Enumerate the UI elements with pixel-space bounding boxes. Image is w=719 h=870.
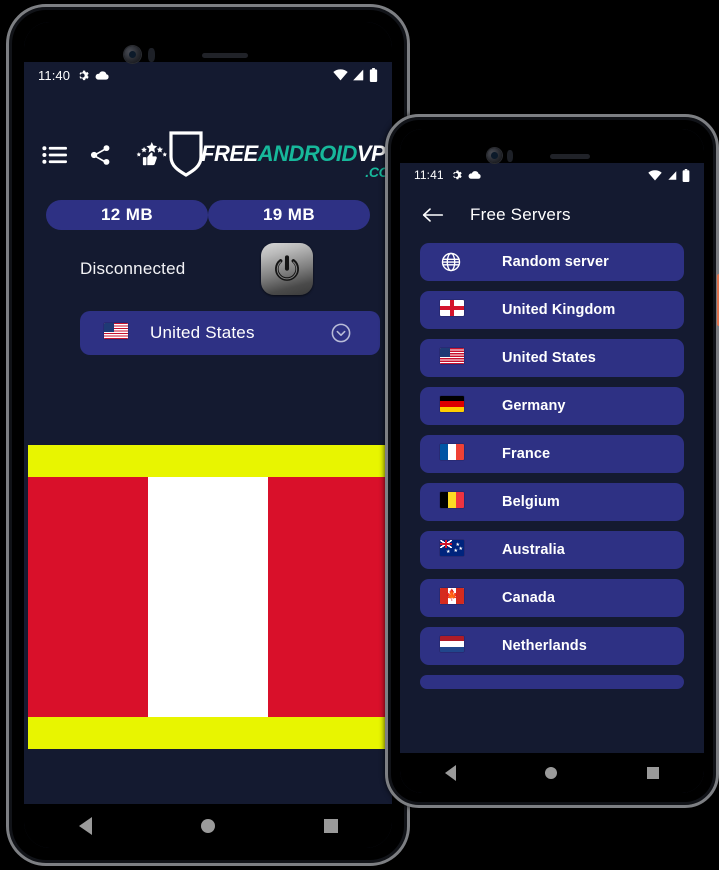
- battery-icon: [682, 168, 690, 182]
- list-item[interactable]: France: [420, 435, 684, 473]
- status-bar: 11:40: [24, 62, 392, 88]
- earpiece-speaker: [550, 154, 590, 159]
- list-item[interactable]: United Kingdom: [420, 291, 684, 329]
- flag-de-icon: [440, 396, 464, 416]
- app-logo: FREEANDROIDVPN .COM: [168, 130, 392, 179]
- battery-icon: [369, 68, 378, 82]
- gear-icon: [450, 169, 462, 181]
- connection-status: Disconnected: [80, 259, 186, 278]
- notch-area: [400, 129, 704, 163]
- list-item-label: Germany: [502, 398, 566, 414]
- flag-us-icon: [104, 323, 128, 343]
- list-item[interactable]: Random server: [420, 243, 684, 281]
- ad-banner[interactable]: [28, 445, 388, 749]
- list-item-label: Netherlands: [502, 638, 587, 654]
- list-item-partial[interactable]: [420, 675, 684, 689]
- cloud-icon: [468, 170, 481, 180]
- flag-au-icon: ★ ★ ★ ★: [440, 540, 464, 560]
- logo-android: ANDROID: [257, 141, 358, 166]
- list-item[interactable]: 🍁 Canada: [420, 579, 684, 617]
- notch-area: [24, 22, 392, 63]
- proximity-sensor-icon: [507, 150, 513, 162]
- list-item-label: Australia: [502, 542, 565, 558]
- status-bar: 11:41: [400, 163, 704, 187]
- app-toolbar: FREEANDROIDVPN .COM: [24, 130, 392, 179]
- ad-banner-flag-image: [28, 477, 388, 717]
- status-time: 11:40: [38, 67, 71, 83]
- download-usage-pill[interactable]: 12 MB: [46, 200, 208, 230]
- android-nav-bar: [24, 804, 392, 848]
- proximity-sensor-icon: [148, 48, 155, 62]
- list-item-label: Random server: [502, 254, 609, 270]
- ad-banner-top-bar: [28, 445, 388, 477]
- flag-uk-icon: [440, 300, 464, 320]
- list-item-label: Belgium: [502, 494, 560, 510]
- logo-free: FREE: [201, 141, 258, 166]
- back-arrow-icon[interactable]: [422, 206, 444, 224]
- list-item[interactable]: Germany: [420, 387, 684, 425]
- list-item[interactable]: ★ ★ ★ ★ Australia: [420, 531, 684, 569]
- chevron-down-icon[interactable]: [330, 322, 352, 344]
- share-icon[interactable]: [89, 144, 112, 166]
- rate-icon[interactable]: [134, 141, 168, 168]
- list-item-label: France: [502, 446, 551, 462]
- app-content-secondary: Free Servers Random server United Kingdo…: [400, 187, 704, 753]
- power-icon: [270, 252, 304, 286]
- front-camera-icon: [124, 46, 141, 63]
- upload-usage-pill[interactable]: 19 MB: [208, 200, 370, 230]
- flag-be-icon: [440, 492, 464, 512]
- flag-us-icon: [440, 348, 464, 368]
- flag-nl-icon: [440, 636, 464, 656]
- selected-country-label: United States: [150, 323, 255, 342]
- recents-button[interactable]: [647, 767, 660, 779]
- signal-icon: [666, 170, 678, 181]
- home-button[interactable]: [200, 819, 215, 833]
- list-item[interactable]: United States: [420, 339, 684, 377]
- wifi-icon: [648, 169, 662, 181]
- screenshot-canvas: 11:40 FREEANDROIDVP .CO 12 MB 19 MB Disc…: [0, 0, 719, 870]
- phone-screen: 11:41 Free Servers Random server United …: [400, 129, 704, 793]
- earpiece-speaker: [202, 53, 248, 58]
- flag-ca-icon: 🍁: [440, 588, 464, 608]
- phone-secondary: 11:41 Free Servers Random server United …: [385, 114, 719, 808]
- page-title: Free Servers: [470, 205, 571, 224]
- list-item-label: United States: [502, 350, 596, 366]
- globe-icon: [440, 251, 462, 273]
- list-item[interactable]: Netherlands: [420, 627, 684, 665]
- list-icon[interactable]: [42, 145, 67, 165]
- phone-primary: 11:40 FREEANDROIDVP .CO 12 MB 19 MB Disc…: [6, 4, 410, 866]
- gear-icon: [76, 69, 89, 82]
- home-button[interactable]: [545, 767, 558, 779]
- cloud-icon: [95, 70, 109, 81]
- front-camera-icon: [487, 148, 502, 163]
- screen-header: Free Servers: [400, 187, 704, 243]
- power-toggle-button[interactable]: [261, 243, 313, 295]
- server-list: Random server United Kingdom United Stat…: [400, 243, 704, 689]
- list-item-label: Canada: [502, 590, 555, 606]
- back-button[interactable]: [78, 817, 92, 835]
- wifi-icon: [333, 69, 348, 81]
- country-selector[interactable]: United States: [80, 311, 380, 355]
- phone-screen: 11:40 FREEANDROIDVP .CO 12 MB 19 MB Disc…: [24, 22, 392, 848]
- android-nav-bar: [400, 753, 704, 793]
- app-content-primary: FREEANDROIDVPN .COM 12 MB 19 MB Disconne…: [24, 88, 392, 804]
- signal-icon: [352, 69, 365, 81]
- list-item[interactable]: Belgium: [420, 483, 684, 521]
- status-time: 11:41: [414, 168, 444, 182]
- usage-row: 12 MB 19 MB: [24, 200, 392, 230]
- connection-row: Disconnected: [24, 243, 392, 299]
- shield-icon: [168, 130, 204, 178]
- ad-banner-bottom-bar: [28, 717, 388, 749]
- flag-fr-icon: [440, 444, 464, 464]
- recents-button[interactable]: [323, 819, 338, 833]
- list-item-label: United Kingdom: [502, 302, 616, 318]
- back-button[interactable]: [444, 765, 456, 781]
